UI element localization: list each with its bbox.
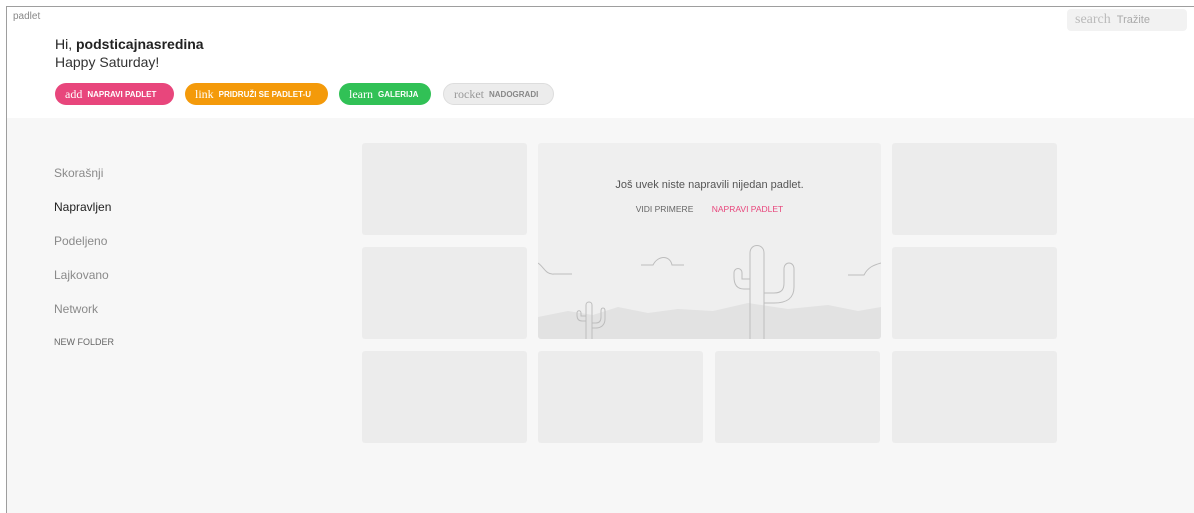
make-padlet-label: NAPRAVI PADLET [87,89,157,99]
placeholder-card [892,143,1057,235]
padlet-logo[interactable]: padlet [13,11,40,22]
sidebar-item-shared[interactable]: Podeljeno [54,234,107,248]
empty-state-card: Još uvek niste napravili nijedan padlet.… [538,143,881,339]
rocket-icon: rocket [454,86,484,101]
search-input[interactable]: Tražite [1117,14,1150,26]
placeholder-card [362,351,527,443]
gallery-label: GALERIJA [377,89,419,99]
create-padlet-link[interactable]: NAPRAVI PADLET [712,204,783,214]
join-padlet-label: PRIDRUŽI SE PADLET-U [218,89,311,99]
greeting: Hi, podsticajnasredina [55,36,204,52]
new-folder-button[interactable]: NEW FOLDER [54,337,114,347]
placeholder-card [715,351,880,443]
placeholder-card [362,247,527,339]
empty-state-message: Još uvek niste napravili nijedan padlet. [615,179,804,191]
upgrade-label: NADOGRADI [488,89,539,99]
greeting-subtitle: Happy Saturday! [55,54,160,70]
sidebar-item-liked[interactable]: Lajkovano [54,268,109,282]
gallery-button[interactable]: learn GALERIJA [339,83,431,105]
upgrade-button[interactable]: rocket NADOGRADI [443,83,554,105]
make-padlet-button[interactable]: add NAPRAVI PADLET [55,83,174,105]
username: podsticajnasredina [76,36,204,52]
placeholder-card [362,143,527,235]
search-box[interactable]: search Tražite [1067,9,1187,31]
search-icon: search [1075,12,1111,27]
see-examples-link[interactable]: VIDI PRIMERE [636,204,694,214]
desert-illustration [538,245,881,339]
learn-icon: learn [349,86,373,101]
sidebar-item-recent[interactable]: Skorašnji [54,166,103,180]
placeholder-card [538,351,703,443]
placeholder-card [892,247,1057,339]
placeholder-card [892,351,1057,443]
app-window: padlet search Tražite Hi, podsticajnasre… [6,6,1194,513]
empty-state-links: VIDI PRIMERE NAPRAVI PADLET [538,204,881,214]
greeting-hi: Hi, [55,36,76,52]
sidebar-item-network[interactable]: Network [54,302,98,316]
sidebar-item-made[interactable]: Napravljen [54,200,111,214]
join-padlet-button[interactable]: link PRIDRUŽI SE PADLET-U [185,83,328,105]
add-icon: add [65,86,83,101]
link-icon: link [195,86,214,101]
